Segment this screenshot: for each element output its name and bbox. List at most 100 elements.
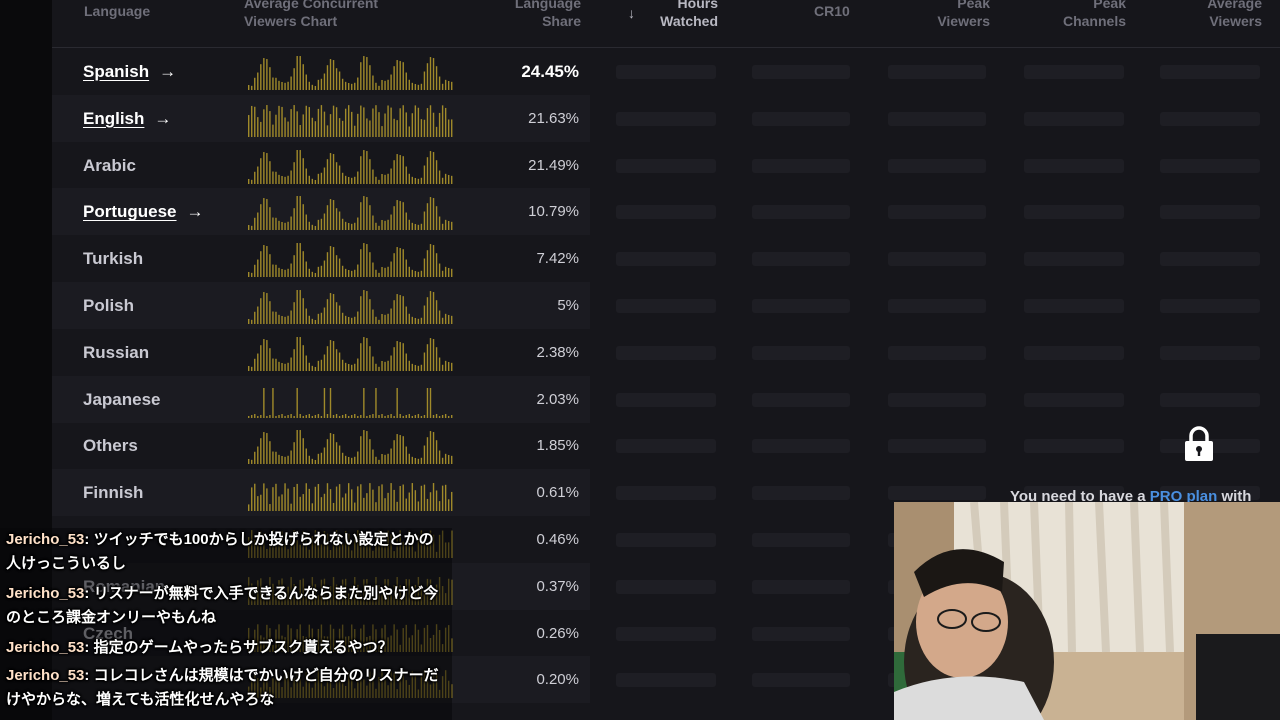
spark-bar <box>272 358 274 371</box>
spark-bar <box>281 316 283 324</box>
header-average-viewers[interactable]: Average Viewers <box>1178 0 1262 30</box>
spark-bar <box>293 255 295 278</box>
spark-bar <box>266 293 268 324</box>
locked-placeholder <box>1024 111 1124 126</box>
locked-placeholder <box>1024 65 1124 79</box>
spark-bar <box>263 151 265 184</box>
table-row[interactable]: Others 1.85% <box>52 422 1280 469</box>
viewers-sparkline <box>248 104 453 137</box>
spark-bar <box>357 217 359 231</box>
spark-bar <box>417 413 420 418</box>
spark-bar <box>260 344 262 371</box>
table-row[interactable]: Russian 2.38% <box>52 329 1280 376</box>
header-hours-watched[interactable]: Hours Watched <box>638 0 718 30</box>
spark-bar <box>444 484 447 512</box>
spark-bar <box>396 60 398 90</box>
spark-bar <box>351 364 353 371</box>
table-row[interactable]: English → 21.63% <box>52 94 1280 142</box>
arrow-right-icon[interactable]: → <box>159 62 176 82</box>
spark-bar <box>272 387 274 418</box>
spark-bar <box>396 434 398 465</box>
spark-bar <box>347 223 350 231</box>
spark-bar <box>347 363 350 371</box>
language-share: 1.85% <box>536 437 579 455</box>
arrow-right-icon[interactable]: → <box>187 202 204 222</box>
spark-bar <box>384 455 386 465</box>
spark-bar <box>366 337 368 371</box>
language-name[interactable]: Spanish → <box>83 62 176 82</box>
header-peak-viewers[interactable]: Peak Viewers <box>912 0 990 30</box>
spark-bar <box>378 486 380 512</box>
spark-bar <box>438 170 441 184</box>
header-average-viewers-line2: Viewers <box>1209 13 1262 29</box>
spark-bar <box>435 66 438 90</box>
language-name[interactable]: Portuguese → <box>83 202 204 222</box>
spark-bar <box>414 490 417 512</box>
spark-bar <box>423 484 426 512</box>
spark-bar <box>338 71 341 90</box>
spark-bar <box>408 413 410 418</box>
header-peak-channels[interactable]: Peak Channels <box>1042 0 1126 30</box>
spark-bar <box>417 459 420 465</box>
chat-separator: : <box>84 667 94 684</box>
spark-bar <box>281 413 283 418</box>
spark-bar <box>302 64 304 90</box>
header-share[interactable]: Language Share <box>482 0 581 30</box>
spark-bar <box>447 119 450 137</box>
language-label: Portuguese <box>83 202 177 222</box>
table-row[interactable]: Arabic 21.49% <box>52 142 1280 189</box>
language-name[interactable]: English → <box>83 109 171 129</box>
spark-bar <box>444 220 447 231</box>
spark-bar <box>308 222 310 231</box>
spark-bar <box>369 345 371 371</box>
language-label: English <box>83 108 145 128</box>
spark-bar <box>351 111 353 137</box>
spark-bar <box>275 358 277 371</box>
spark-bar <box>314 486 317 512</box>
table-row[interactable]: Spanish → 24.45% <box>52 48 1280 95</box>
spark-bar <box>305 308 307 324</box>
locked-placeholder <box>1024 252 1124 267</box>
table-row[interactable]: Polish 5% <box>52 282 1280 329</box>
spark-bar <box>341 312 344 324</box>
spark-bar <box>320 219 323 231</box>
language-name: Japanese <box>83 390 161 410</box>
spark-bar <box>444 454 447 465</box>
header-language[interactable]: Language <box>84 2 150 20</box>
locked-placeholder <box>752 626 850 641</box>
spark-bar <box>390 308 392 324</box>
table-row[interactable]: Japanese 2.03% <box>52 375 1280 423</box>
spark-bar <box>375 82 377 90</box>
header-cr10[interactable]: CR10 <box>814 2 850 20</box>
spark-bar <box>438 415 441 418</box>
spark-bar <box>320 172 323 184</box>
spark-bar <box>360 414 362 418</box>
spark-bar <box>281 222 283 231</box>
table-row[interactable]: Turkish 7.42% <box>52 235 1280 282</box>
spark-bar <box>426 297 429 324</box>
webcam-feed <box>894 502 1280 720</box>
spark-bar <box>272 487 274 512</box>
spark-bar <box>393 440 395 465</box>
table-row[interactable]: Portuguese → 10.79% <box>52 188 1280 236</box>
spark-bar <box>278 105 280 137</box>
spark-bar <box>296 336 298 371</box>
spark-bar <box>278 455 280 465</box>
spark-bar <box>332 503 335 512</box>
sort-desc-icon[interactable]: ↓ <box>628 4 635 22</box>
spark-bar <box>420 177 423 184</box>
spark-bar <box>357 113 359 137</box>
arrow-right-icon[interactable]: → <box>154 109 171 129</box>
language-share: 5% <box>557 297 579 314</box>
spark-bar <box>269 347 271 371</box>
spark-bar <box>314 86 317 90</box>
spark-bar <box>393 159 395 184</box>
spark-bar <box>254 77 256 90</box>
spark-bar <box>251 105 253 137</box>
spark-bar <box>344 175 347 184</box>
spark-bar <box>375 387 377 418</box>
language-label: Polish <box>83 296 135 315</box>
spark-bar <box>444 107 447 137</box>
spark-bar <box>347 83 350 90</box>
spark-bar <box>347 483 350 512</box>
